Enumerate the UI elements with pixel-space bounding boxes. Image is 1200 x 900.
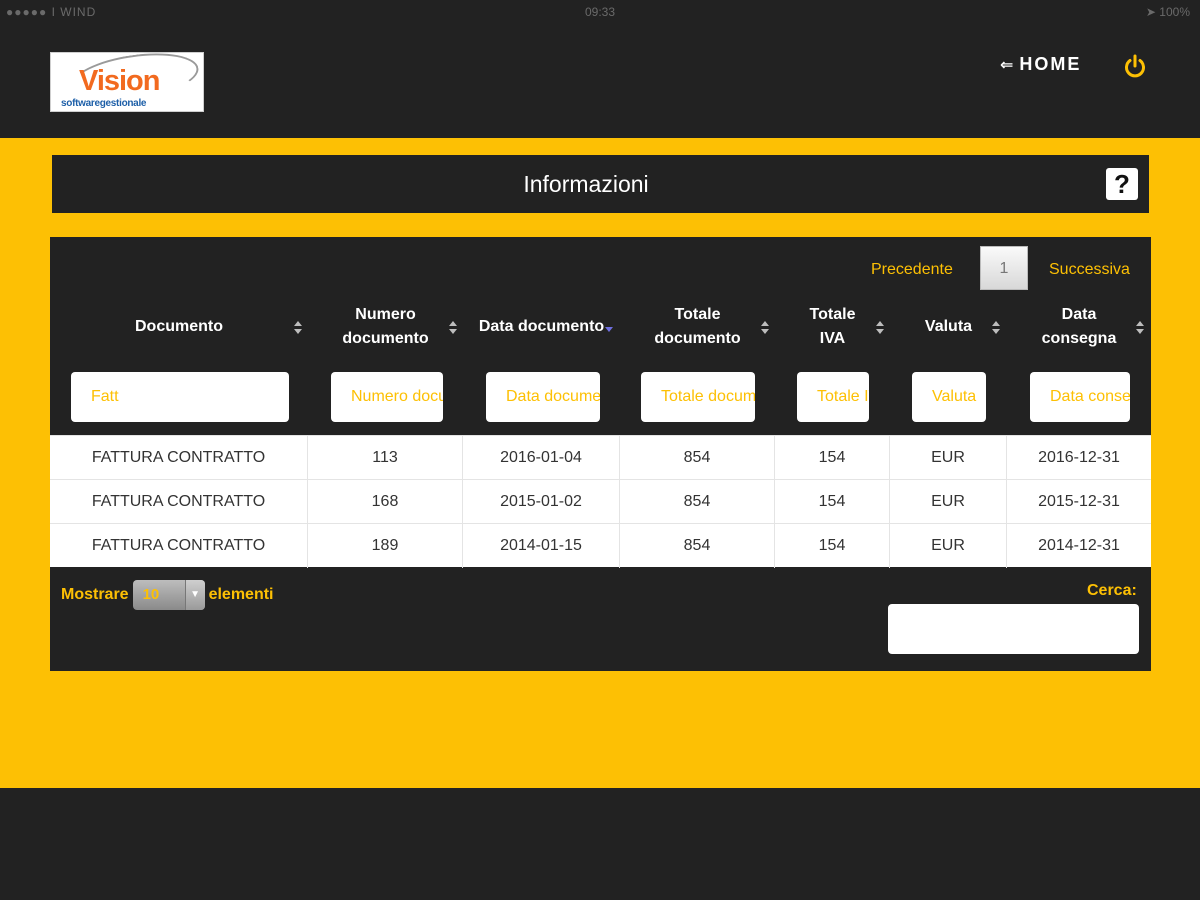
next-page-button[interactable]: Successiva (1049, 261, 1130, 279)
column-header-documento[interactable]: Documento (50, 295, 308, 359)
filter-totale-iva-input[interactable] (797, 372, 869, 422)
dropdown-caret-icon: ▼ (184, 580, 205, 610)
column-header-totale-iva[interactable]: Totale IVA (775, 295, 890, 359)
vision-logo: Vision softwaregestionale (50, 52, 204, 112)
table-body: FATTURA CONTRATTO 113 2016-01-04 854 154… (50, 435, 1151, 568)
column-header-numero-documento[interactable]: Numero documento (308, 295, 463, 359)
home-label: HOME (1019, 54, 1082, 74)
table-row[interactable]: FATTURA CONTRATTO 168 2015-01-02 854 154… (50, 479, 1151, 524)
arrow-left-icon: ⇐ (1000, 57, 1014, 74)
column-header-data-consegna[interactable]: Data consegna (1007, 295, 1151, 359)
filter-documento-input[interactable] (71, 372, 289, 422)
filter-data-documento-input[interactable] (486, 372, 600, 422)
show-label: Mostrare (61, 586, 129, 603)
page-length-select[interactable]: 10 ▼ (132, 580, 205, 610)
home-button[interactable]: ⇐ HOME (1000, 54, 1081, 75)
search-input[interactable] (888, 604, 1139, 654)
filter-data-consegna-input[interactable] (1030, 372, 1130, 422)
clock-label: 09:33 (584, 5, 616, 19)
table-row[interactable]: FATTURA CONTRATTO 189 2014-01-15 854 154… (50, 523, 1151, 568)
sort-icon (448, 321, 458, 335)
info-bar: Informazioni ? (52, 155, 1149, 213)
elements-label: elementi (208, 586, 274, 603)
filter-numero-documento-input[interactable] (331, 372, 443, 422)
pagination: Precedente 1 Successiva (50, 242, 1151, 290)
column-header-valuta[interactable]: Valuta (890, 295, 1007, 359)
status-bar: ●●●●● I WIND 09:33 ➤ 100% (0, 0, 1200, 24)
help-icon[interactable]: ? (1106, 168, 1138, 200)
page-number-button[interactable]: 1 (980, 246, 1028, 290)
app-header: Vision softwaregestionale ⇐ HOME (0, 24, 1200, 134)
sort-icon (760, 321, 770, 335)
sort-icon (293, 321, 303, 335)
battery-label: ➤ 100% (1145, 5, 1190, 19)
column-header-totale-documento[interactable]: Totale documento (620, 295, 775, 359)
filter-valuta-input[interactable] (912, 372, 986, 422)
data-table-panel: Precedente 1 Successiva Documento Numero… (50, 237, 1151, 671)
search-label: Cerca: (1087, 582, 1137, 599)
column-header-data-documento[interactable]: Data documento (463, 295, 620, 359)
table-row[interactable]: FATTURA CONTRATTO 113 2016-01-04 854 154… (50, 435, 1151, 480)
page-title: Informazioni (523, 171, 649, 197)
sort-icon (991, 321, 1001, 335)
previous-page-button[interactable]: Precedente (871, 261, 953, 279)
page-length-control: Mostrare 10 ▼ elementi (61, 580, 274, 610)
sort-icon (875, 321, 885, 335)
location-icon: ➤ (1145, 5, 1160, 19)
sort-desc-icon (604, 321, 614, 335)
sort-icon (1135, 321, 1145, 335)
filter-totale-documento-input[interactable] (641, 372, 755, 422)
power-icon[interactable] (1122, 54, 1148, 80)
